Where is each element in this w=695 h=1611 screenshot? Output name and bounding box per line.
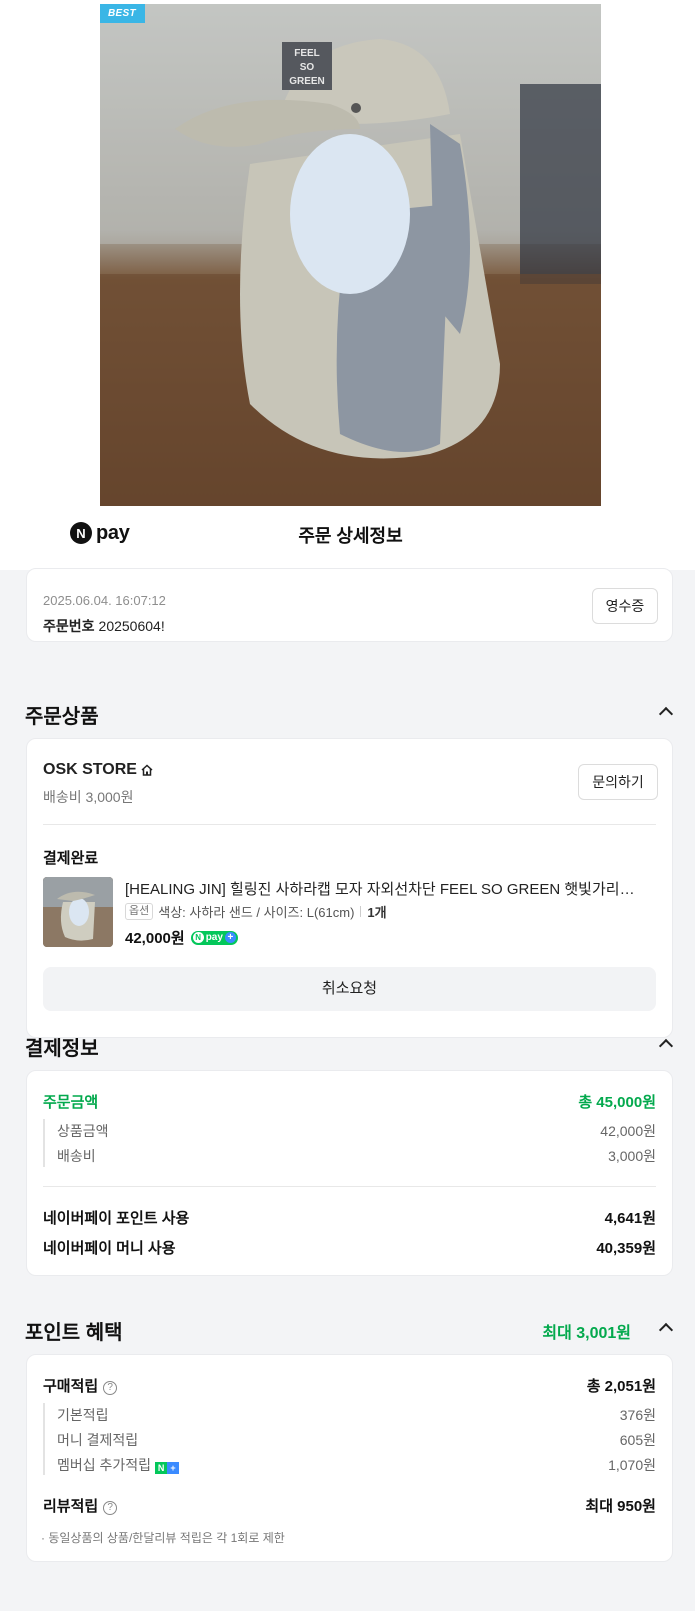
shipping-value: 3,000원 — [608, 1148, 656, 1164]
npay-plus-badge: N pay + — [190, 930, 238, 945]
purchase-points-label-wrap: 구매적립? — [43, 1375, 118, 1396]
order-amount-row: 주문금액 총 45,000원 — [43, 1091, 656, 1112]
basic-points-row: 기본적립 376원 — [57, 1405, 656, 1425]
order-detail-content: 2025.06.04. 16:07:12 주문번호 20250604! 영수증 주… — [0, 568, 695, 1611]
money-use-label: 네이버페이 머니 사용 — [43, 1240, 176, 1257]
basic-points-label: 기본적립 — [57, 1407, 109, 1423]
purchase-points-row: 구매적립? 총 2,051원 — [43, 1375, 656, 1396]
option-separator — [360, 906, 362, 917]
money-use-value: 40,359원 — [596, 1240, 656, 1257]
point-use-label: 네이버페이 포인트 사용 — [43, 1210, 190, 1227]
membership-points-label-wrap: 멤버십 추가적립 N + — [57, 1455, 180, 1475]
option-tag: 옵션 — [125, 903, 154, 920]
product-amount-value: 42,000원 — [600, 1123, 656, 1139]
product-image: FEEL SO GREEN BEST — [100, 4, 601, 506]
product-thumbnail[interactable] — [43, 877, 113, 947]
purchase-points-breakdown: 기본적립 376원 머니 결제적립 605원 멤버십 추가적립 N + 1,070원 — [43, 1403, 656, 1475]
page-title: 주문 상세정보 — [298, 526, 403, 546]
order-date: 2025.06.04. 16:07:12 — [43, 593, 166, 608]
review-points-label: 리뷰적립 — [43, 1498, 99, 1515]
membership-points-value: 1,070원 — [608, 1457, 656, 1473]
money-points-label: 머니 결제적립 — [57, 1432, 139, 1448]
store-home-icon — [141, 764, 153, 776]
review-points-note: · 동일상품의 상품/한달리뷰 적립은 각 1회로 제한 — [41, 1531, 285, 1545]
shipping-label: 배송비 — [57, 1148, 96, 1164]
shipping-row: 배송비 3,000원 — [57, 1146, 656, 1166]
order-amount-breakdown: 상품금액 42,000원 배송비 3,000원 — [43, 1119, 656, 1167]
review-points-label-wrap: 리뷰적립? — [43, 1495, 118, 1516]
svg-text:FEEL: FEEL — [294, 48, 320, 59]
money-points-value: 605원 — [619, 1432, 656, 1448]
receipt-button[interactable]: 영수증 — [592, 588, 658, 624]
review-points-value: 최대 950원 — [585, 1498, 656, 1515]
order-number-label: 주문번호 — [43, 618, 95, 634]
inquiry-button[interactable]: 문의하기 — [578, 764, 658, 800]
header-bar: N pay 주문 상세정보 — [0, 506, 695, 570]
product-price: 42,000원 N pay + — [125, 927, 238, 948]
order-number-value: 20250604! — [98, 618, 165, 634]
order-amount-label: 주문금액 — [43, 1094, 99, 1111]
money-points-row: 머니 결제적립 605원 — [57, 1430, 656, 1450]
purchase-points-label: 구매적립 — [43, 1378, 99, 1395]
best-badge: BEST — [100, 4, 145, 23]
collapse-points-chevron-up-icon[interactable] — [658, 1320, 672, 1334]
order-number: 주문번호 20250604! — [43, 616, 165, 636]
svg-text:SO: SO — [300, 62, 315, 73]
point-use-row: 네이버페이 포인트 사용 4,641원 — [43, 1207, 656, 1228]
section-title-products: 주문상품 — [25, 706, 99, 728]
product-option: 옵션 색상: 사하라 샌드 / 사이즈: L(61cm) 1개 — [125, 902, 387, 921]
membership-points-label: 멤버십 추가적립 — [57, 1457, 152, 1473]
money-use-row: 네이버페이 머니 사용 40,359원 — [43, 1237, 656, 1258]
membership-points-row: 멤버십 추가적립 N + 1,070원 — [57, 1455, 656, 1475]
points-max-label: 최대 3,001원 — [542, 1325, 631, 1342]
product-amount-label: 상품금액 — [57, 1123, 109, 1139]
purchase-points-value: 총 2,051원 — [586, 1378, 656, 1395]
shipping-fee: 배송비 3,000원 — [43, 789, 134, 805]
collapse-products-chevron-up-icon[interactable] — [658, 704, 672, 718]
section-title-points: 포인트 혜택 — [25, 1322, 123, 1344]
plus-icon: + — [224, 932, 236, 943]
product-name[interactable]: [HEALING JIN] 힐링진 사하라캡 모자 자외선차단 FEEL SO … — [125, 878, 645, 899]
product-amount-row: 상품금액 42,000원 — [57, 1121, 656, 1141]
help-question-icon[interactable]: ? — [103, 1381, 118, 1395]
points-benefit-card: 구매적립? 총 2,051원 기본적립 376원 머니 결제적립 605원 멤버… — [26, 1354, 673, 1562]
npay-badge-text: pay — [205, 932, 223, 943]
option-text: 색상: 사하라 샌드 / 사이즈: L(61cm) — [158, 905, 355, 920]
store-name[interactable]: OSK STORE — [43, 761, 154, 779]
order-amount-value: 총 45,000원 — [578, 1094, 656, 1111]
store-name-label: OSK STORE — [43, 761, 137, 778]
payment-info-card: 주문금액 총 45,000원 상품금액 42,000원 배송비 3,000원 네… — [26, 1070, 673, 1276]
help-question-icon[interactable]: ? — [103, 1501, 118, 1515]
divider — [43, 1186, 656, 1187]
divider — [43, 824, 656, 825]
review-points-row: 리뷰적립? 최대 950원 — [43, 1495, 656, 1516]
cancel-request-button[interactable]: 취소요청 — [43, 967, 656, 1011]
npay-n-icon: N — [192, 932, 204, 943]
quantity: 1개 — [367, 905, 387, 920]
section-title-payment: 결제정보 — [25, 1038, 99, 1060]
order-products-card: OSK STORE 배송비 3,000원 문의하기 결제완료 [HEALING … — [26, 738, 673, 1038]
point-use-value: 4,641원 — [604, 1210, 656, 1227]
naver-plus-badge-icon: N + — [155, 1462, 180, 1474]
order-info-card: 2025.06.04. 16:07:12 주문번호 20250604! 영수증 — [26, 568, 673, 642]
basic-points-value: 376원 — [619, 1407, 656, 1423]
collapse-payment-chevron-up-icon[interactable] — [658, 1036, 672, 1050]
price-value: 42,000원 — [125, 930, 185, 947]
order-status: 결제완료 — [43, 850, 99, 867]
svg-text:GREEN: GREEN — [289, 76, 325, 87]
